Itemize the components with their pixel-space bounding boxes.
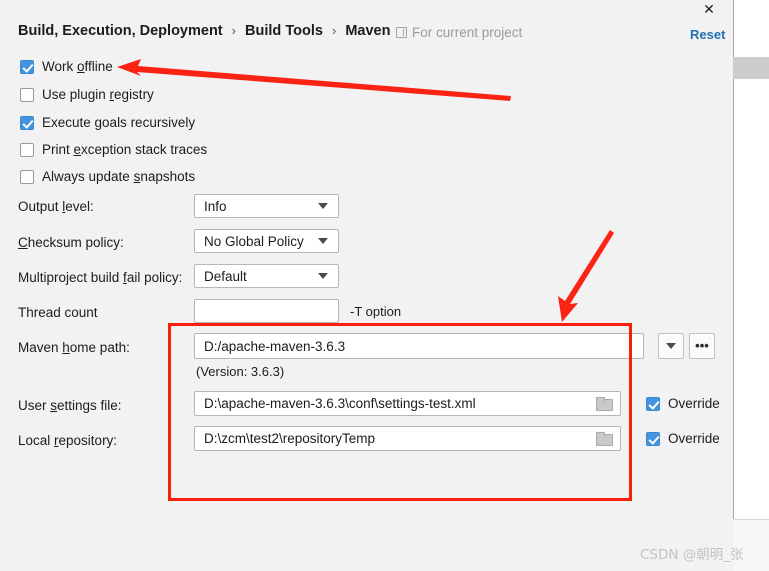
maven-version-hint: (Version: 3.6.3) xyxy=(196,364,285,379)
background-editor-panel xyxy=(733,0,769,571)
checkbox-label-override-user-settings: Override xyxy=(668,396,720,411)
checkbox-row-print-exception-stack-traces[interactable]: Print exception stack traces xyxy=(20,142,207,157)
checkbox-label-print-exception-stack-traces: Print exception stack traces xyxy=(42,142,208,157)
scope-hint-label: For current project xyxy=(412,25,523,40)
label-multiproject-fail-policy: Multiproject build fail policy: xyxy=(18,270,183,285)
checkbox-print-exception-stack-traces[interactable] xyxy=(20,142,34,157)
reset-link[interactable]: Reset xyxy=(690,27,725,42)
combo-output-level[interactable]: Info xyxy=(194,194,339,218)
breadcrumb-separator-icon: › xyxy=(231,23,237,38)
folder-icon[interactable] xyxy=(596,397,613,411)
input-local-repository[interactable]: D:\zcm\test2\repositoryTemp xyxy=(194,426,621,451)
checkbox-row-work-offline[interactable]: Work offline xyxy=(20,59,113,74)
label-thread-count: Thread count xyxy=(18,305,98,320)
input-value-maven-home-path: D:/apache-maven-3.6.3 xyxy=(204,338,346,354)
combo-value-multiproject-fail-policy: Default xyxy=(204,268,247,284)
input-value-user-settings-file: D:\apache-maven-3.6.3\conf\settings-test… xyxy=(204,396,476,411)
checkbox-row-override-user-settings[interactable]: Override xyxy=(646,396,720,411)
breadcrumb-item-maven[interactable]: Maven xyxy=(345,23,390,39)
ellipsis-icon: ••• xyxy=(695,338,709,353)
checkbox-override-user-settings[interactable] xyxy=(646,396,660,411)
background-scrollbar-thumb[interactable] xyxy=(733,57,769,79)
breadcrumb: Build, Execution, Deployment › Build Too… xyxy=(18,23,390,39)
breadcrumb-item-build-tools[interactable]: Build Tools xyxy=(245,23,323,39)
close-icon[interactable]: ✕ xyxy=(700,0,718,18)
breadcrumb-separator-icon: › xyxy=(331,23,337,38)
hint-thread-count-option: -T option xyxy=(350,304,402,319)
maven-settings-dialog: ✕ Build, Execution, Deployment › Build T… xyxy=(0,0,733,571)
chevron-down-icon[interactable] xyxy=(318,238,328,244)
label-local-repository: Local repository: xyxy=(18,433,118,448)
label-output-level: Output level: xyxy=(18,199,94,214)
label-checksum-policy: Checksum policy: xyxy=(18,235,124,250)
maven-home-path-browse-button[interactable]: ••• xyxy=(689,333,715,359)
input-value-local-repository: D:\zcm\test2\repositoryTemp xyxy=(204,431,376,446)
input-user-settings-file[interactable]: D:\apache-maven-3.6.3\conf\settings-test… xyxy=(194,391,621,416)
checkbox-label-work-offline: Work offline xyxy=(42,59,113,74)
checkbox-label-execute-goals-recursively: Execute goals recursively xyxy=(42,115,196,130)
checkbox-row-use-plugin-registry[interactable]: Use plugin registry xyxy=(20,87,154,102)
checkbox-override-local-repository[interactable] xyxy=(646,431,660,446)
maven-home-path-dropdown-button[interactable] xyxy=(658,333,684,359)
checkbox-label-use-plugin-registry: Use plugin registry xyxy=(42,87,154,102)
chevron-down-icon xyxy=(666,343,676,349)
combo-multiproject-fail-policy[interactable]: Default xyxy=(194,264,339,288)
folder-icon[interactable] xyxy=(596,432,613,446)
chevron-down-icon[interactable] xyxy=(318,203,328,209)
checkbox-use-plugin-registry[interactable] xyxy=(20,87,34,102)
label-maven-home-path: Maven home path: xyxy=(18,340,130,355)
checkbox-execute-goals-recursively[interactable] xyxy=(20,115,34,130)
checkbox-label-override-local-repository: Override xyxy=(668,431,720,446)
watermark: CSDN @朝明_张 xyxy=(640,547,744,563)
screenshot-root: ✕ Build, Execution, Deployment › Build T… xyxy=(0,0,769,571)
checkbox-label-always-update-snapshots: Always update snapshots xyxy=(42,169,196,184)
checkbox-work-offline[interactable] xyxy=(20,59,34,74)
label-user-settings-file: User settings file: xyxy=(18,398,122,413)
combo-value-checksum-policy: No Global Policy xyxy=(204,233,304,249)
input-maven-home-path[interactable]: D:/apache-maven-3.6.3 xyxy=(194,333,644,359)
breadcrumb-item-build-execution-deployment[interactable]: Build, Execution, Deployment xyxy=(18,23,223,39)
scope-hint: For current project xyxy=(396,25,522,40)
combo-value-output-level: Info xyxy=(204,198,227,214)
checkbox-row-override-local-repository[interactable]: Override xyxy=(646,431,720,446)
checkbox-row-always-update-snapshots[interactable]: Always update snapshots xyxy=(20,169,195,184)
checkbox-always-update-snapshots[interactable] xyxy=(20,169,34,184)
input-thread-count[interactable] xyxy=(194,299,339,323)
checkbox-row-execute-goals-recursively[interactable]: Execute goals recursively xyxy=(20,115,195,130)
module-icon xyxy=(396,27,407,38)
combo-checksum-policy[interactable]: No Global Policy xyxy=(194,229,339,253)
chevron-down-icon[interactable] xyxy=(318,273,328,279)
